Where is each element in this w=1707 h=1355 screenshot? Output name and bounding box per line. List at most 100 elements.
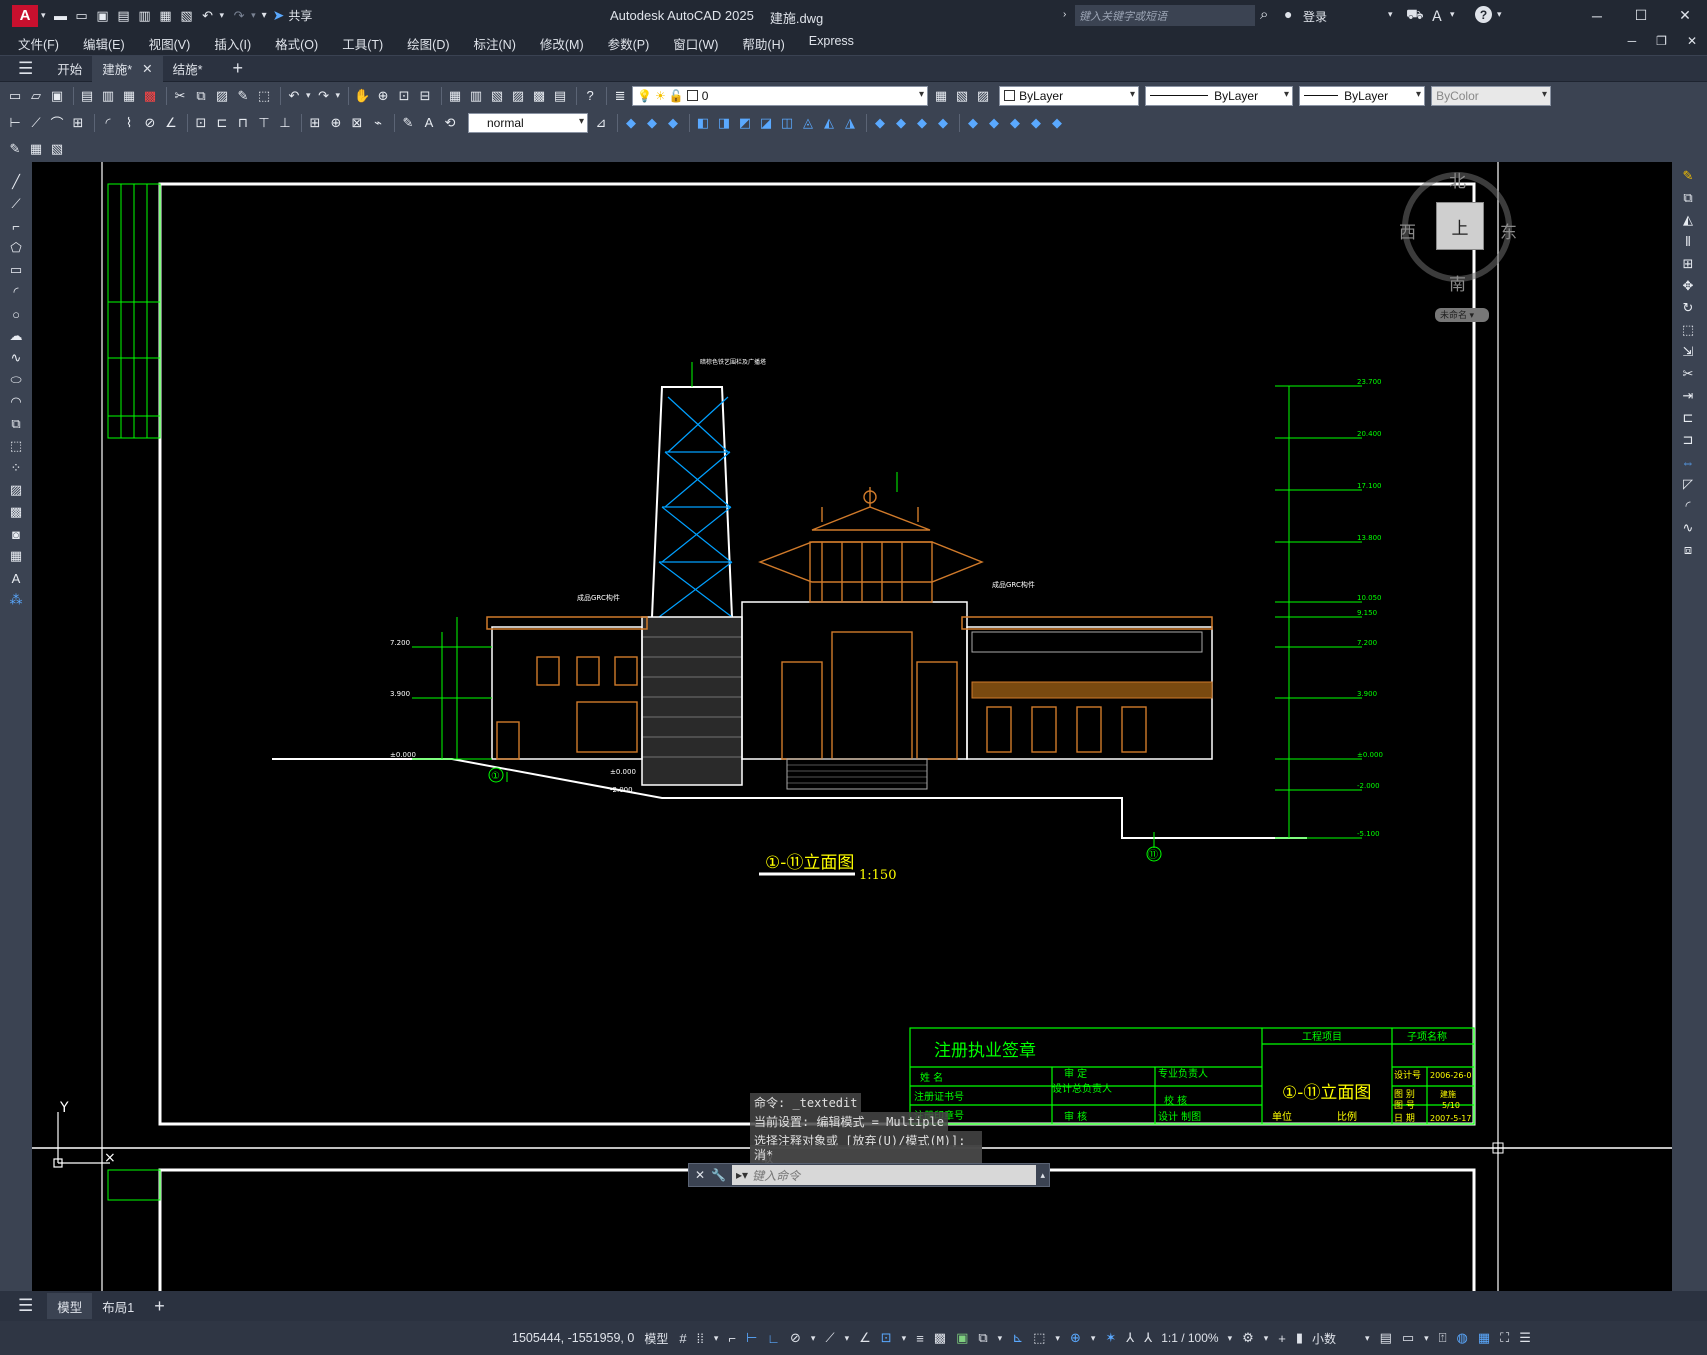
new-tab-button[interactable]: +	[233, 58, 244, 79]
search-expand-icon[interactable]: ›	[1063, 9, 1066, 20]
presspull-icon[interactable]: ◨	[715, 114, 733, 132]
copy-object-icon[interactable]: ⧉	[1678, 188, 1698, 208]
help-icon[interactable]: ?	[1475, 6, 1492, 23]
union-icon[interactable]: ◬	[799, 114, 817, 132]
mirror-icon[interactable]: ◭	[1678, 210, 1698, 230]
tool-palettes-icon[interactable]: ▧	[488, 87, 506, 105]
lineweight-combo[interactable]: ByLayer ▾	[1299, 85, 1426, 106]
units-icon[interactable]: ▮	[1296, 1330, 1303, 1346]
attribute-manager-icon[interactable]: ▦	[27, 140, 45, 158]
color-dropdown-icon[interactable]: ▾	[1130, 89, 1135, 100]
menu-item-0[interactable]: 文件(F)	[6, 34, 71, 53]
redo-chevron-icon[interactable]: ▾	[251, 10, 256, 21]
coordinates-readout[interactable]: 1505444, -1551959, 0	[512, 1331, 634, 1345]
zoom-window-icon[interactable]: ⊡	[395, 87, 413, 105]
drawing-canvas[interactable]: 23.700 20.400 17.100 13.800 10.050 9.150…	[32, 162, 1672, 1291]
menu-item-2[interactable]: 视图(V)	[137, 34, 203, 53]
dim-linear-icon[interactable]: ⊢	[6, 114, 24, 132]
stretch-icon[interactable]: ⇲	[1678, 342, 1698, 362]
array-3d-icon[interactable]: ◆	[1027, 114, 1045, 132]
block-editor-icon[interactable]: ⬚	[255, 87, 273, 105]
plotstyle-dropdown-icon[interactable]: ▾	[1542, 89, 1547, 100]
save-icon[interactable]: ▣	[94, 7, 112, 25]
rotate-icon[interactable]: ↻	[1678, 298, 1698, 318]
otrack-icon[interactable]: ∠	[859, 1330, 871, 1346]
scale-dd-icon[interactable]: ▾	[1228, 1333, 1233, 1344]
dim-aligned-icon[interactable]: ⟋	[27, 114, 45, 132]
infer-icon[interactable]: ⌐	[728, 1331, 736, 1346]
revision-cloud-icon[interactable]: ☁	[6, 326, 26, 346]
modeling-wedge-icon[interactable]: ◆	[643, 114, 661, 132]
loft-icon[interactable]: ◫	[778, 114, 796, 132]
undo-icon[interactable]: ↶	[199, 7, 217, 25]
thicken-icon[interactable]: ◆	[892, 114, 910, 132]
osnap-icon[interactable]: ⊡	[881, 1330, 892, 1346]
user-icon[interactable]: ●	[1284, 6, 1292, 22]
explode-icon[interactable]: ⧈	[1678, 540, 1698, 560]
tolerance-icon[interactable]: ⊞	[306, 114, 324, 132]
insert-block-icon[interactable]: ⧉	[6, 414, 26, 434]
iso-dd-icon[interactable]: ▾	[845, 1333, 850, 1344]
layer-previous-icon[interactable]: ▧	[953, 87, 971, 105]
tab-jieshi[interactable]: 结施*	[163, 56, 213, 82]
dim-jogged-icon[interactable]: ⌇	[120, 114, 138, 132]
dyn-input-icon[interactable]: ⊢	[746, 1330, 757, 1346]
cmd-close-icon[interactable]: ✕	[695, 1168, 705, 1182]
break-at-point-icon[interactable]: ⊏	[1678, 408, 1698, 428]
trim-icon[interactable]: ✂	[1678, 364, 1698, 384]
intersect-icon[interactable]: ◮	[841, 114, 859, 132]
tab-start[interactable]: 开始	[47, 56, 92, 82]
viewcube-north[interactable]: 北	[1449, 167, 1466, 192]
annotation-monitor-icon[interactable]: +	[1278, 1331, 1286, 1346]
inspection-icon[interactable]: ⊠	[348, 114, 366, 132]
app-menu-chevron-icon[interactable]: ▾	[41, 10, 46, 21]
region-icon[interactable]: ◙	[6, 524, 26, 544]
gizmo-dd-icon[interactable]: ▾	[1091, 1333, 1096, 1344]
dim-radius-icon[interactable]: ◜	[99, 114, 117, 132]
extend-icon[interactable]: ⇥	[1678, 386, 1698, 406]
polar-icon[interactable]: ⊘	[790, 1330, 801, 1346]
layer-on-icon[interactable]: 💡	[637, 89, 652, 103]
center-mark-icon[interactable]: ⊕	[327, 114, 345, 132]
undo-dd-icon[interactable]: ▾	[306, 90, 311, 101]
ellipse-arc-icon[interactable]: ◠	[6, 392, 26, 412]
save-as-icon[interactable]: ▤	[115, 7, 133, 25]
layer-lock-icon[interactable]: 🔓	[669, 89, 684, 103]
add-selected-icon[interactable]: ⁂	[6, 590, 26, 610]
print-preview-icon[interactable]: ▥	[99, 87, 117, 105]
new-layout-button[interactable]: +	[154, 1296, 165, 1317]
menu-item-3[interactable]: 插入(I)	[202, 34, 263, 53]
new-file-icon[interactable]: ▬	[52, 7, 70, 25]
sheet-set-icon[interactable]: ▨	[509, 87, 527, 105]
erase-icon[interactable]: ✎	[1678, 166, 1698, 186]
isolate-icon[interactable]: ⍐	[1439, 1330, 1447, 1346]
plotstyle-combo[interactable]: ByColor ▾	[1431, 85, 1552, 106]
align-3d-icon[interactable]: ◆	[1006, 114, 1024, 132]
join-icon[interactable]: ⇔	[1678, 452, 1698, 472]
polygon-icon[interactable]: ⬠	[6, 238, 26, 258]
mirror-3d-icon[interactable]: ◆	[1048, 114, 1066, 132]
selection-cycling-icon[interactable]: ▣	[956, 1330, 968, 1346]
layer-freeze-icon[interactable]: ☀	[655, 89, 666, 103]
plot-icon[interactable]: ▧	[178, 7, 196, 25]
color-combo[interactable]: ByLayer ▾	[999, 85, 1140, 106]
linetype-dropdown-icon[interactable]: ▾	[1284, 89, 1289, 100]
gradient-icon[interactable]: ▩	[6, 502, 26, 522]
break-icon[interactable]: ⊐	[1678, 430, 1698, 450]
tab-model[interactable]: 模型	[47, 1293, 93, 1319]
blend-curves-icon[interactable]: ∿	[1678, 518, 1698, 538]
layer-dropdown-icon[interactable]: ▾	[919, 89, 924, 100]
app-menu-button[interactable]: A	[12, 4, 38, 27]
qnew-icon[interactable]: ▭	[6, 87, 24, 105]
dim-continue-icon[interactable]: ⊓	[234, 114, 252, 132]
spline-icon[interactable]: ∿	[6, 348, 26, 368]
viewcube-west[interactable]: 西	[1399, 218, 1416, 243]
help-toolbar-icon[interactable]: ?	[581, 87, 599, 105]
grid-icon[interactable]: #	[679, 1331, 686, 1346]
doc-restore-button[interactable]: ❐	[1656, 34, 1667, 48]
revolve-icon[interactable]: ◪	[757, 114, 775, 132]
dim-angular-icon[interactable]: ∠	[162, 114, 180, 132]
redo-dd-icon[interactable]: ▾	[336, 90, 341, 101]
lineweight-icon[interactable]: ≡	[916, 1331, 924, 1346]
markup-icon[interactable]: ▩	[530, 87, 548, 105]
